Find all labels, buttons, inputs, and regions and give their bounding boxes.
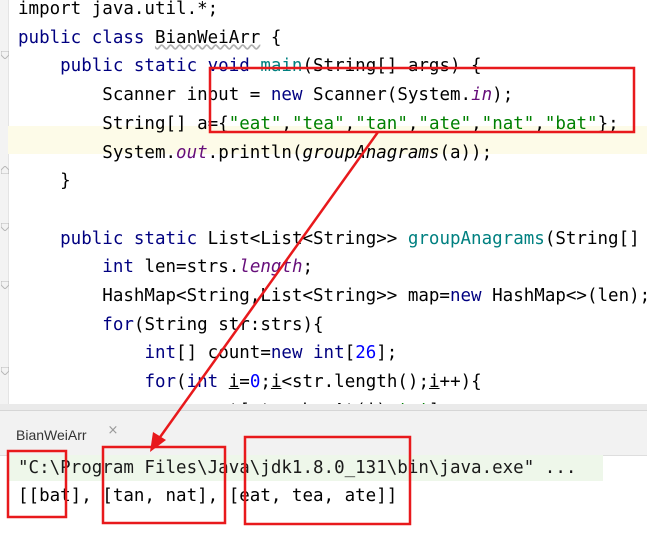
code-token: , [534, 113, 545, 134]
code-token: public static [18, 228, 208, 249]
fold-marker-icon[interactable] [1, 51, 9, 59]
code-line[interactable]: import java.util.*; [18, 0, 218, 23]
code-token: int [186, 372, 229, 393]
run-tab[interactable]: BianWeiArr [10, 423, 93, 447]
code-token: new int [270, 343, 345, 364]
code-token: BianWeiArr [154, 27, 261, 48]
code-token: , [471, 113, 482, 134]
close-icon[interactable]: × [106, 424, 120, 438]
code-token: new [449, 286, 493, 306]
code-token: List<List<String>> [207, 228, 408, 249]
code-token: int [144, 343, 177, 364]
code-line[interactable]: HashMap<String,List<String>> map=new Has… [18, 282, 647, 310]
fold-marker-icon[interactable] [1, 281, 9, 289]
code-line[interactable]: for(String str:strs){ [18, 311, 324, 339]
code-token: length [239, 257, 303, 278]
code-token: ; [260, 372, 271, 393]
code-line[interactable]: int[] count=new int[26]; [18, 339, 397, 367]
code-token: [ [344, 343, 356, 364]
code-line[interactable]: public class BianWeiArr { [18, 24, 281, 52]
run-panel: BianWeiArr × "C:\Program Files\Java\jdk1… [0, 410, 647, 537]
code-token: <str.length(); [281, 372, 429, 393]
code-token: for [102, 314, 134, 335]
code-token: "ate" [418, 113, 472, 134]
code-token: = [239, 372, 250, 393]
code-token: Scanner input = [18, 85, 271, 106]
code-token: HashMap<>(len); [492, 286, 647, 306]
fold-marker-icon[interactable] [1, 166, 9, 174]
code-editor[interactable]: import java.util.*; public class BianWeiA… [0, 0, 647, 410]
code-token: (a)); [439, 142, 493, 163]
code-token: in [471, 85, 493, 106]
code-token: 26 [355, 343, 377, 364]
code-line[interactable]: public static List<List<String>> groupAn… [18, 225, 647, 253]
code-token: Scanner(System. [313, 85, 472, 106]
code-token: ; [302, 257, 314, 278]
code-token: ( [176, 372, 187, 393]
code-token: , [407, 113, 419, 134]
code-token: (String str:strs){ [133, 314, 324, 335]
code-token: 0 [249, 372, 261, 393]
code-line[interactable]: String[] a={"eat","tea","tan","ate","nat… [18, 110, 619, 138]
command-line-text: "C:\Program Files\Java\jdk1.8.0_131\bin\… [18, 458, 577, 478]
code-line[interactable]: Scanner input = new Scanner(System.in); [18, 81, 513, 109]
code-token: , [281, 113, 292, 134]
code-token: } [18, 171, 71, 192]
code-token: groupAnagrams [407, 228, 545, 249]
code-token: len=strs. [144, 257, 240, 278]
code-token: import java.util.*; [18, 0, 219, 19]
code-token: }; [597, 113, 619, 134]
code-token: , [344, 113, 356, 134]
code-line[interactable]: public static void main(String[] args) { [18, 52, 482, 80]
code-token: ); [492, 85, 514, 106]
code-token: String[] a={ [18, 113, 229, 134]
code-line[interactable]: for(int i=0;i<str.length();i++){ [18, 368, 482, 396]
code-line[interactable]: } [18, 167, 71, 195]
code-line[interactable]: int len=strs.length; [18, 253, 313, 281]
fold-marker-icon[interactable] [1, 223, 9, 231]
code-token: (String[] args) { [302, 56, 482, 77]
code-token: "nat" [481, 113, 535, 134]
program-output: [[bat], [tan, nat], [eat, tea, ate]] [18, 486, 398, 506]
editor-gutter [0, 0, 9, 410]
code-token: "tan" [355, 113, 408, 134]
code-token: i [270, 372, 282, 393]
run-tab-bar: BianWeiArr × [0, 411, 647, 456]
code-token: new [270, 85, 314, 106]
code-token: main [260, 56, 303, 77]
code-token: int [102, 257, 145, 278]
code-token: public static void [18, 56, 261, 77]
code-token: "bat" [544, 113, 598, 134]
code-token: ]; [376, 343, 398, 364]
fold-marker-icon[interactable] [1, 367, 9, 375]
code-token: HashMap<String,List<String>> map= [18, 286, 450, 306]
code-line[interactable]: System.out.println(groupAnagrams(a)); [18, 139, 492, 167]
code-token: System. [18, 142, 177, 163]
code-token: for [144, 372, 177, 393]
code-token: i [228, 372, 240, 393]
code-token: [] count= [176, 343, 271, 364]
code-token: (String[] strs) { [544, 228, 640, 249]
code-token: i [429, 372, 440, 393]
code-token: .println( [207, 142, 303, 163]
code-token: { [260, 27, 282, 48]
code-token: out [176, 142, 208, 163]
code-token: public class [18, 27, 155, 48]
code-token: "eat" [228, 113, 282, 134]
code-token: groupAnagrams [302, 142, 440, 163]
code-token: "tea" [291, 113, 345, 134]
code-token: ++){ [439, 372, 482, 393]
